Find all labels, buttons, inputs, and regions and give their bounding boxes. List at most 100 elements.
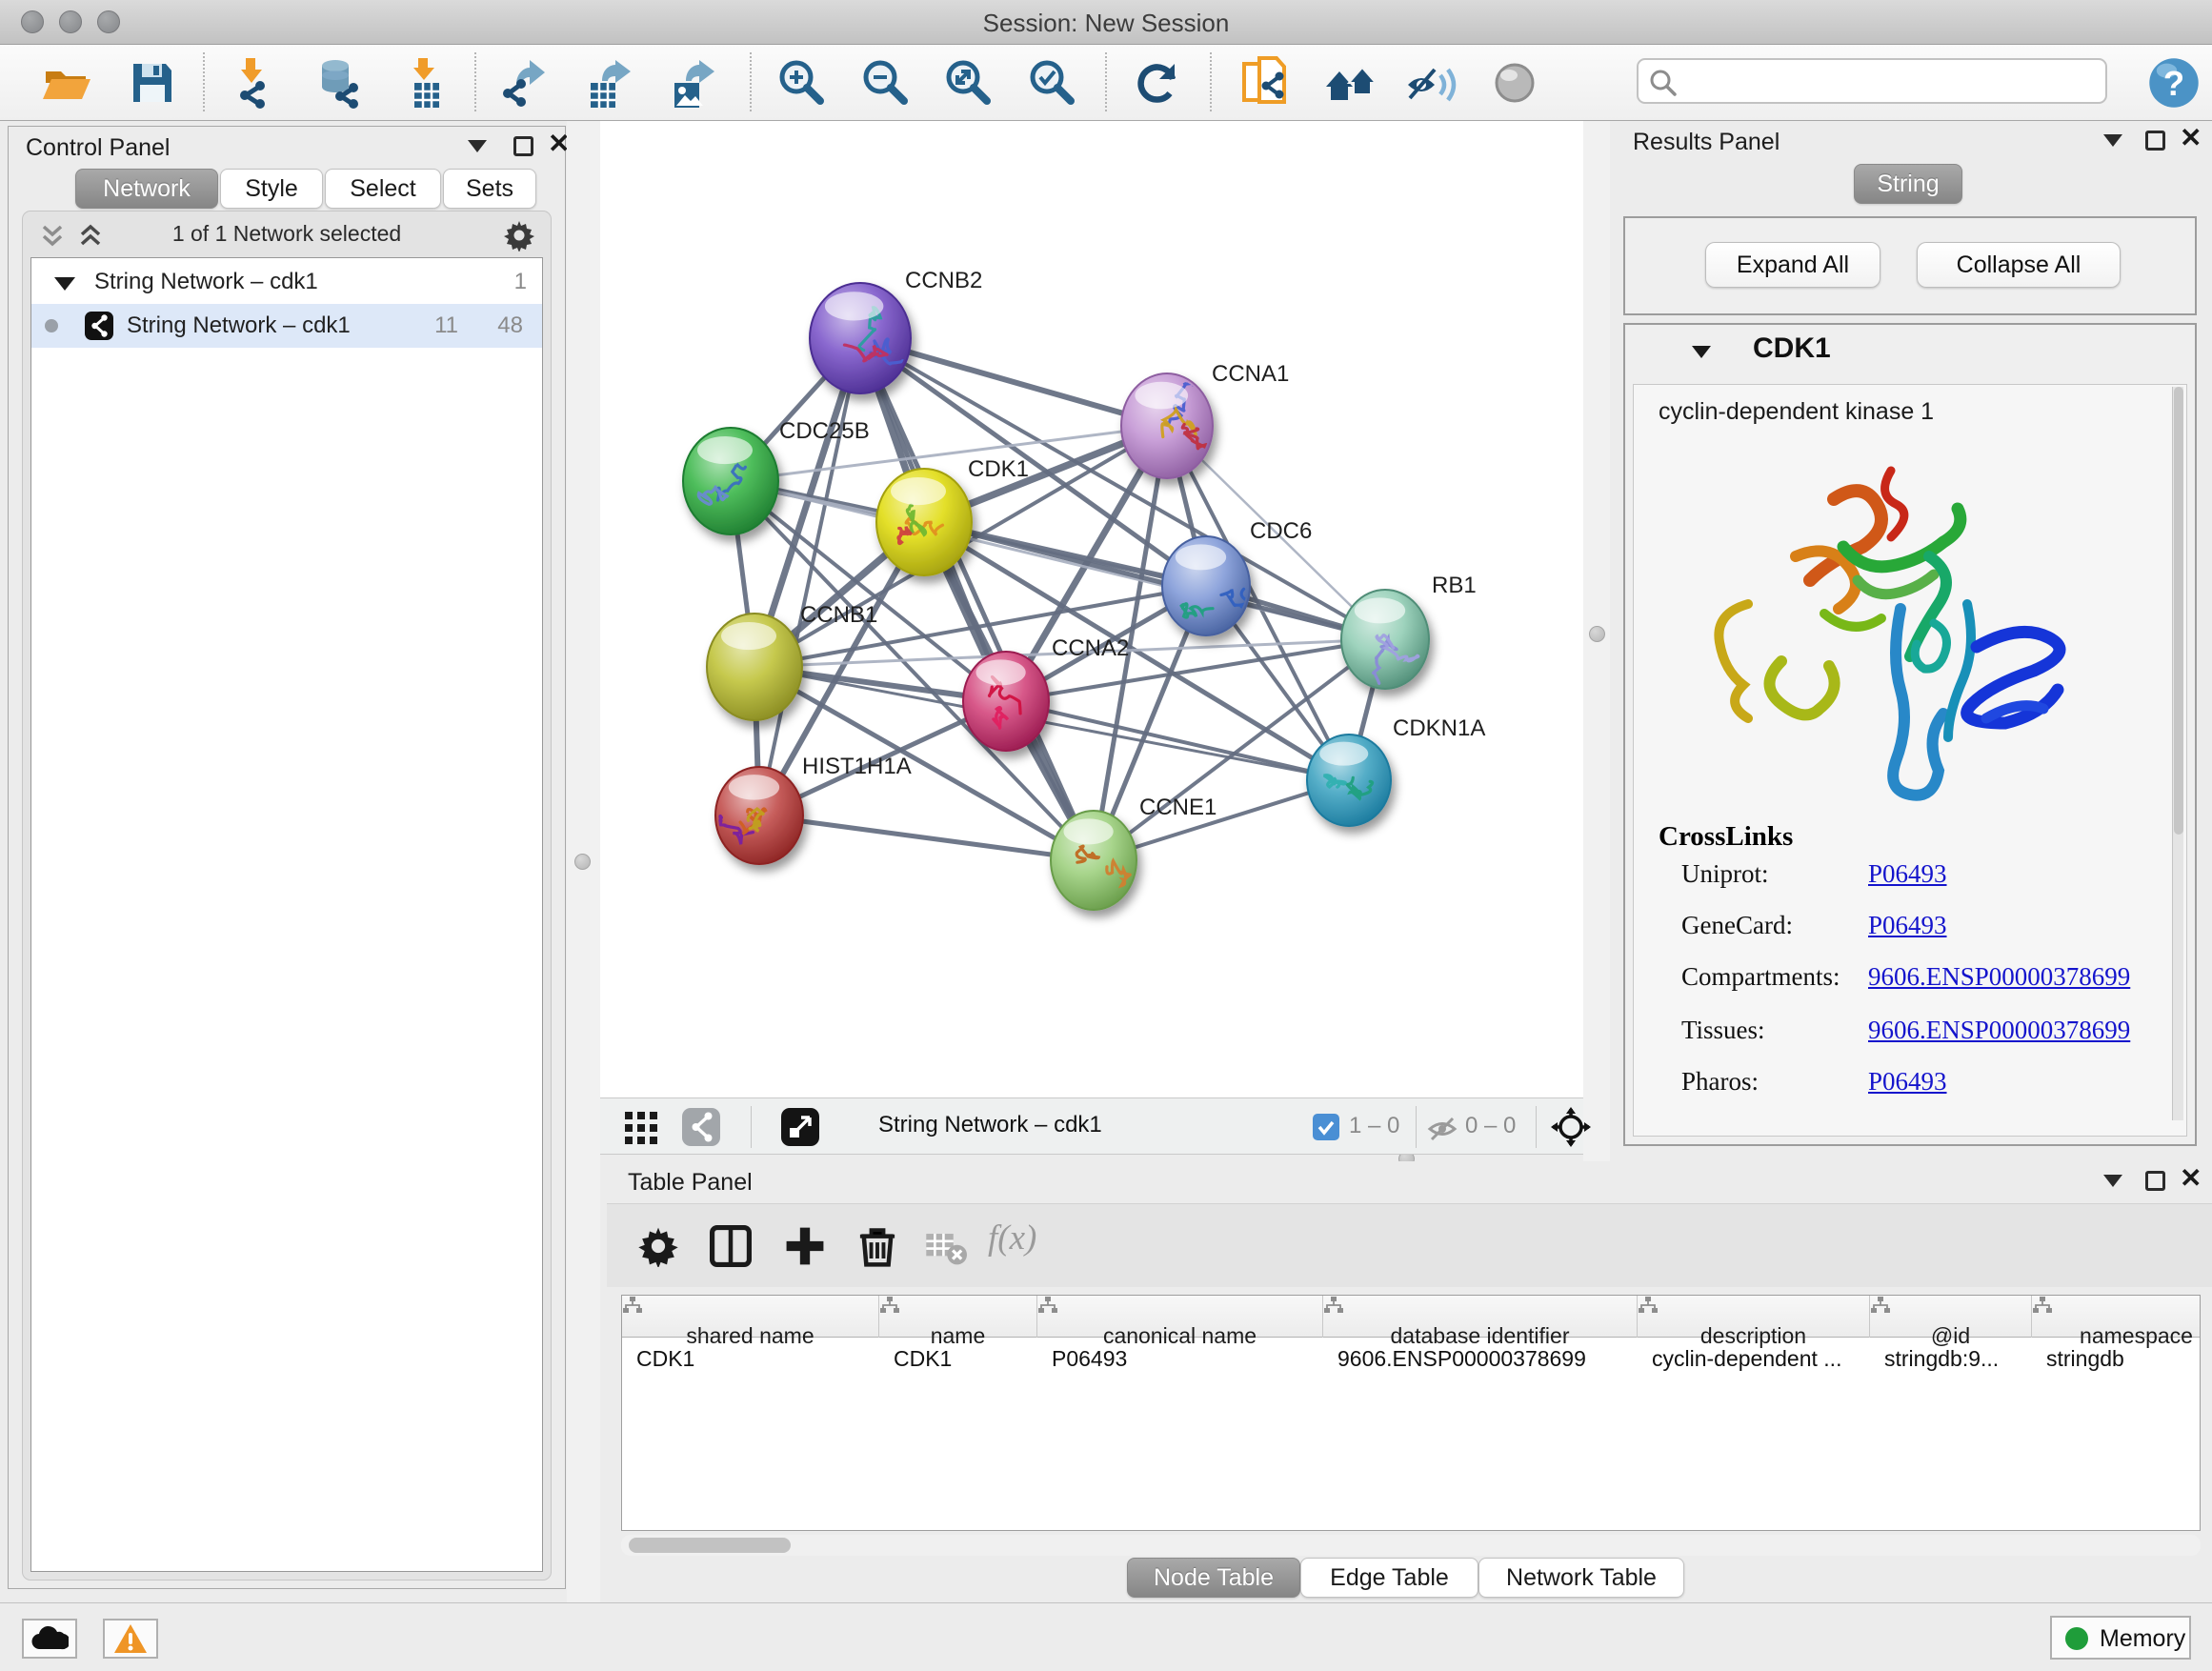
expander-icon[interactable] — [54, 277, 75, 291]
delete-table-icon[interactable] — [925, 1225, 967, 1267]
table-panel-float-icon[interactable] — [2145, 1171, 2165, 1191]
splitter-handle[interactable] — [1589, 626, 1605, 642]
network-collection-row[interactable]: String Network – cdk1 1 — [31, 260, 542, 304]
crosslink-link[interactable]: P06493 — [1868, 859, 1947, 889]
results-panel-float-icon[interactable] — [2145, 131, 2165, 151]
gear-icon[interactable] — [503, 219, 535, 252]
network-birdseye-icon[interactable] — [682, 1108, 720, 1146]
tab-network-table[interactable]: Network Table — [1478, 1558, 1684, 1598]
export-network-icon[interactable] — [497, 56, 551, 110]
crosslink-label: Tissues: — [1681, 1016, 1765, 1045]
table-hscrollbar[interactable] — [621, 1535, 2201, 1556]
results-panel-close-icon[interactable]: ✕ — [2180, 128, 2202, 148]
crosslink-link[interactable]: 9606.ENSP00000378699 — [1868, 962, 2130, 992]
results-panel-collapse-icon[interactable] — [2103, 134, 2122, 147]
tab-string[interactable]: String — [1854, 164, 1962, 204]
open-folder-icon[interactable] — [40, 56, 93, 110]
zoom-out-icon[interactable] — [859, 56, 913, 110]
network-node-hist1h1a[interactable] — [713, 767, 803, 864]
column-header-description[interactable]: description — [1638, 1296, 1870, 1338]
tab-style[interactable]: Style — [220, 169, 323, 209]
network-node-cdk1[interactable] — [876, 469, 972, 575]
function-builder-icon[interactable]: f(x) — [988, 1218, 1036, 1258]
network-view-canvas[interactable]: CCNB2CCNA1CDC25BCDK1CDC6RB1CCNB1CCNA2CDK… — [600, 121, 1583, 1097]
export-image-icon[interactable] — [667, 56, 720, 110]
zoom-selected-icon[interactable] — [1026, 56, 1079, 110]
cloud-button[interactable] — [22, 1619, 77, 1659]
refresh-icon[interactable] — [1131, 56, 1184, 110]
grid-view-icon[interactable] — [625, 1112, 657, 1144]
network-node-ccna1[interactable] — [1121, 373, 1213, 478]
delete-column-icon[interactable] — [856, 1225, 898, 1267]
crosslinks-heading: CrossLinks — [1659, 821, 1793, 853]
table-hscrollbar-thumb[interactable] — [629, 1538, 791, 1553]
column-header-id[interactable]: @id — [1870, 1296, 2032, 1338]
crosslink-link[interactable]: 9606.ENSP00000378699 — [1868, 1016, 2130, 1045]
gene-name: CDK1 — [1753, 332, 1831, 365]
import-network-icon[interactable] — [225, 56, 278, 110]
gray-eye-icon[interactable] — [1488, 56, 1541, 110]
hide-selected-eye-icon[interactable] — [1404, 56, 1458, 110]
splitter-handle[interactable] — [574, 854, 591, 870]
network-node-cdkn1a[interactable] — [1307, 735, 1391, 826]
table-panel-close-icon[interactable]: ✕ — [2180, 1168, 2202, 1188]
column-header-name[interactable]: name — [879, 1296, 1037, 1338]
title-bar: Session: New Session — [0, 0, 2212, 45]
search-input[interactable] — [1682, 64, 2092, 98]
zoom-in-icon[interactable] — [775, 56, 829, 110]
network-edge[interactable] — [759, 338, 860, 815]
results-scrollbar-thumb[interactable] — [2174, 387, 2183, 835]
search-box — [1637, 58, 2107, 104]
results-panel: Results Panel ✕ String Expand All Collap… — [1610, 121, 2212, 1161]
import-database-icon[interactable] — [311, 56, 364, 110]
show-columns-icon[interactable] — [710, 1225, 752, 1267]
external-view-icon[interactable] — [781, 1108, 819, 1146]
column-header-shared-name[interactable]: shared name — [622, 1296, 879, 1338]
network-edge[interactable] — [860, 338, 1094, 860]
memory-button[interactable]: Memory — [2050, 1616, 2191, 1660]
network-node-ccne1[interactable] — [1051, 811, 1136, 910]
help-icon[interactable]: ? — [2145, 54, 2202, 111]
network-edge[interactable] — [759, 815, 1094, 860]
network-node-ccnb2[interactable] — [810, 283, 911, 393]
share-file-icon[interactable] — [1240, 56, 1294, 110]
tab-sets[interactable]: Sets — [443, 169, 536, 209]
zoom-fit-icon[interactable] — [942, 56, 995, 110]
table-panel-collapse-icon[interactable] — [2103, 1175, 2122, 1187]
control-panel-float-icon[interactable] — [513, 136, 533, 156]
selected-checkbox-icon[interactable] — [1313, 1114, 1339, 1140]
network-node-cdc25b[interactable] — [683, 428, 778, 534]
network-node-cdc6[interactable] — [1162, 536, 1251, 635]
node-label-ccne1: CCNE1 — [1139, 795, 1217, 820]
import-table-icon[interactable] — [397, 56, 451, 110]
current-network-name: String Network – cdk1 — [878, 1112, 1102, 1138]
gene-expander-icon[interactable] — [1692, 346, 1711, 358]
expand-all-button[interactable]: Expand All — [1705, 242, 1880, 288]
crosslink-link[interactable]: P06493 — [1868, 1067, 1947, 1097]
column-header-namespace[interactable]: namespace — [2032, 1296, 2201, 1338]
control-panel-collapse-icon[interactable] — [468, 140, 487, 152]
warning-button[interactable] — [103, 1619, 158, 1659]
crosslink-link[interactable]: P06493 — [1868, 911, 1947, 940]
collapse-all-button[interactable]: Collapse All — [1917, 242, 2121, 288]
crosshair-icon[interactable] — [1551, 1107, 1591, 1147]
network-node-ccna2[interactable] — [963, 652, 1049, 751]
tab-network[interactable]: Network — [75, 169, 218, 209]
column-header-canonical-name[interactable]: canonical name — [1037, 1296, 1323, 1338]
table-header-row: shared namenamecanonical namedatabase id… — [622, 1296, 2201, 1338]
homes-icon[interactable] — [1324, 56, 1377, 110]
network-node-rb1[interactable] — [1341, 590, 1429, 689]
export-table-icon[interactable] — [583, 56, 636, 110]
network-edge[interactable] — [924, 522, 1385, 639]
table-gear-icon[interactable] — [637, 1225, 679, 1267]
add-column-icon[interactable] — [784, 1225, 826, 1267]
tab-edge-table[interactable]: Edge Table — [1300, 1558, 1478, 1598]
tab-select[interactable]: Select — [325, 169, 441, 209]
network-row-selected[interactable]: String Network – cdk1 11 48 — [31, 304, 542, 348]
results-scrollbar[interactable] — [2172, 387, 2183, 1120]
tab-node-table[interactable]: Node Table — [1127, 1558, 1300, 1598]
column-header-database-identifier[interactable]: database identifier — [1323, 1296, 1638, 1338]
node-label-ccnb2: CCNB2 — [905, 268, 982, 293]
network-node-ccnb1[interactable] — [707, 614, 802, 720]
save-icon[interactable] — [126, 56, 179, 110]
